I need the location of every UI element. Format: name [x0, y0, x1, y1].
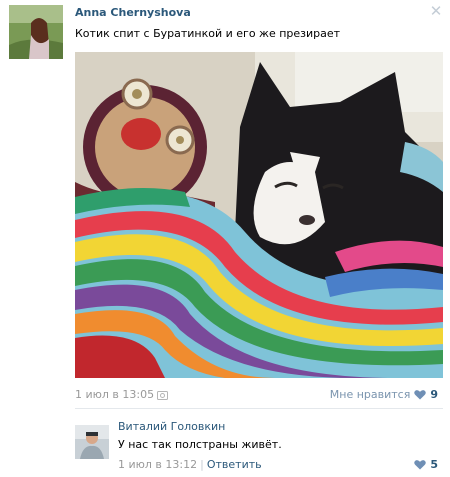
comment-avatar-image [75, 425, 109, 459]
comment-author-avatar[interactable] [75, 425, 109, 459]
post-like-button[interactable]: Мне нравится 9 [330, 388, 438, 401]
post-text: Котик спит с Буратинкой и его же презира… [75, 27, 341, 40]
comment-date[interactable]: 1 июл в 13:12 [118, 458, 197, 471]
like-count: 9 [430, 388, 438, 401]
post-photo-image [75, 52, 443, 378]
heart-icon [414, 459, 427, 470]
post-date[interactable]: 1 июл в 13:05 [75, 388, 154, 401]
post-meta: 1 июл в 13:05 [75, 388, 169, 401]
comment-text: У нас так полстраны живёт. [118, 438, 282, 451]
comment-meta: 1 июл в 13:12 | Ответить [118, 458, 262, 471]
close-icon[interactable]: ✕ [429, 4, 443, 19]
author-avatar-image [9, 5, 63, 59]
divider [75, 408, 443, 409]
camera-icon [157, 390, 169, 400]
wall-post: Anna Chernyshova Котик спит с Буратинкой… [0, 0, 450, 477]
post-author-name[interactable]: Anna Chernyshova [75, 6, 191, 19]
reply-button[interactable]: Ответить [207, 458, 262, 471]
comment-author-name[interactable]: Виталий Головкин [118, 420, 225, 433]
comment-meta-separator: | [200, 458, 204, 471]
comment-like-count: 5 [430, 458, 438, 471]
comment-like-button[interactable]: 5 [414, 458, 438, 471]
like-label: Мне нравится [329, 388, 411, 401]
author-avatar[interactable] [9, 5, 63, 59]
heart-icon [414, 389, 427, 400]
post-photo[interactable] [75, 52, 443, 378]
